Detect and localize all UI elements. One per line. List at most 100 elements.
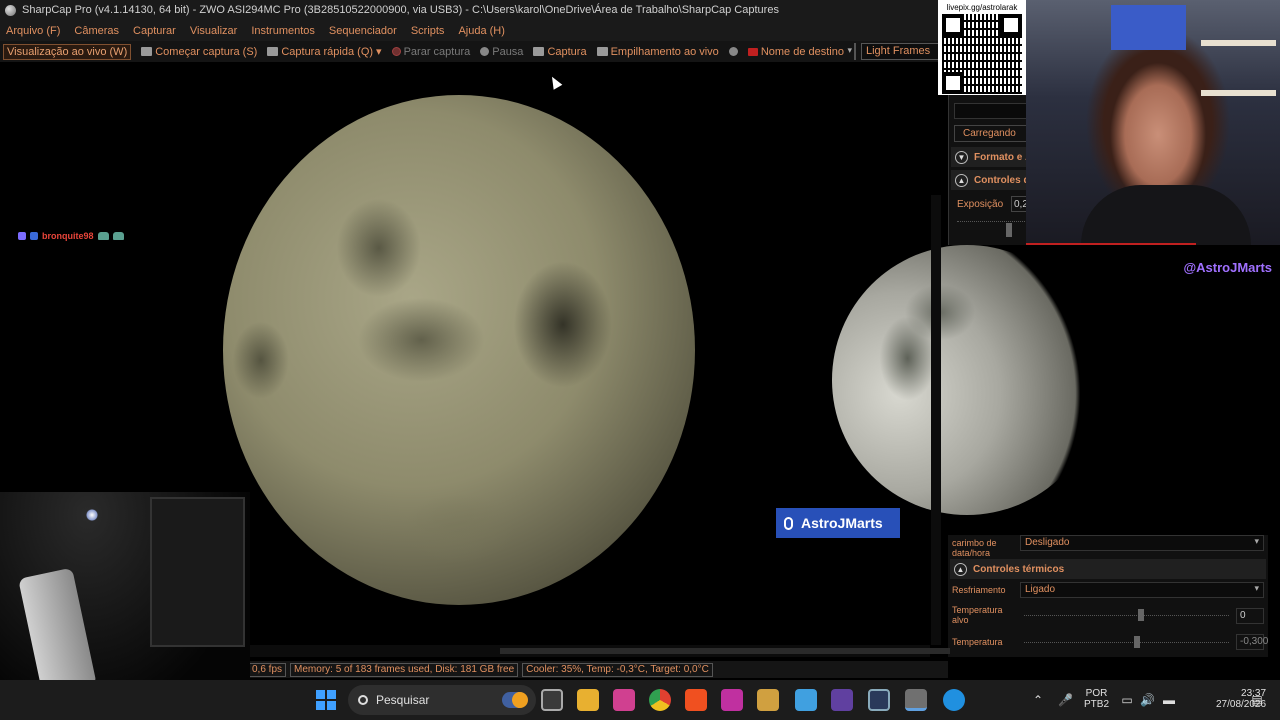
network-icon[interactable]: ▭	[1120, 693, 1134, 707]
notification-icon[interactable]: ▤	[1250, 693, 1264, 707]
app-icon[interactable]	[757, 689, 779, 711]
microphone-icon[interactable]: 🎤	[1058, 693, 1073, 707]
live-view-button[interactable]: Visualização ao vivo (W)	[3, 43, 132, 60]
start-capture-label: Começar captura (S)	[155, 45, 258, 58]
keyboard-language[interactable]: POR PTB2	[1084, 688, 1109, 710]
temperature-readout: -0,300	[1236, 634, 1268, 650]
video-camera-icon	[267, 47, 279, 56]
brave-icon[interactable]	[685, 689, 707, 711]
target-name-text: Nome de destino	[760, 45, 844, 58]
quick-capture-label: Captura rápida (Q)	[281, 45, 374, 58]
target-temp-input[interactable]: 0	[1236, 608, 1264, 624]
status-bar: 0,6 fps Memory: 5 of 183 frames used, Di…	[248, 661, 948, 678]
moon-preview-image	[223, 95, 695, 605]
sharpcap-taskbar-icon[interactable]	[905, 689, 927, 711]
target-temp-slider-track[interactable]	[1024, 615, 1229, 621]
telescope-tube	[18, 567, 97, 697]
live-stack-button[interactable]: Empilhamento ao vivo	[596, 45, 719, 58]
emote-icon	[112, 232, 124, 240]
battery-icon[interactable]: ▬	[1162, 693, 1176, 707]
menu-capturar[interactable]: Capturar	[133, 25, 176, 37]
chevron-down-icon: ▼	[955, 150, 968, 164]
thermal-section-label: Controles térmicos	[973, 563, 1065, 575]
file-explorer-icon[interactable]	[577, 689, 599, 711]
start-capture-button[interactable]: Começar captura (S)	[141, 46, 257, 58]
obs-icon[interactable]	[831, 689, 853, 711]
name-tag-label: AstroJMarts	[801, 515, 883, 531]
bright-star	[86, 509, 98, 521]
scrollbar-thumb[interactable]	[500, 648, 950, 654]
thermal-section-header[interactable]: ▲ Controles térmicos	[950, 559, 1266, 597]
streamer-handle: @AstroJMarts	[1183, 260, 1272, 275]
sharpcap-app-icon	[5, 4, 16, 16]
chevron-up-icon: ▲	[955, 173, 968, 187]
search-highlight-icon	[502, 692, 528, 708]
title-bar: SharpCap Pro (v4.1.14130, 64 bit) - ZWO …	[0, 0, 940, 20]
mouse-cursor-icon	[547, 74, 563, 90]
menu-visualizar[interactable]: Visualizar	[190, 25, 238, 37]
windows-start-button[interactable]	[316, 690, 336, 710]
camera-icon	[533, 47, 545, 56]
snapshot-capture-label: Captura	[547, 45, 587, 58]
timestamp-select[interactable]: Desligado	[1020, 535, 1264, 551]
chat-username: bronquite98	[42, 231, 94, 241]
menu-cameras[interactable]: Câmeras	[74, 25, 119, 37]
menu-bar: Arquivo (F) Câmeras Capturar Visualizar …	[0, 20, 940, 41]
fps-status: 0,6 fps	[248, 662, 287, 677]
donation-qr: livepix.gg/astrolarak	[938, 0, 1026, 95]
app-icon[interactable]	[943, 689, 965, 711]
qr-code-image	[942, 14, 1022, 94]
pause-icon	[480, 47, 490, 56]
target-name-select[interactable]	[847, 43, 856, 60]
live-stack-label: Empilhamento ao vivo	[610, 45, 719, 58]
streamer-webcam	[1026, 0, 1280, 245]
menu-instrumentos[interactable]: Instrumentos	[251, 25, 315, 37]
thermal-control-panel: carimbo de data/hora Desligado ▲ Control…	[948, 535, 1268, 657]
qr-finder	[942, 72, 964, 94]
volume-icon[interactable]: 🔊	[1140, 693, 1155, 707]
frame-type-select[interactable]: Light Frames	[860, 43, 948, 60]
task-view-icon[interactable]	[541, 689, 563, 711]
taskbar-search[interactable]: Pesquisar	[348, 685, 536, 715]
target-icon	[747, 47, 758, 56]
quick-capture-button[interactable]: Captura rápida (Q) ▾	[267, 45, 382, 58]
stop-icon	[391, 47, 401, 56]
temperature-slider-thumb	[1134, 636, 1140, 648]
mic-muted-icon	[784, 516, 793, 530]
onenote-icon[interactable]	[613, 689, 635, 711]
streamer-name-tag: AstroJMarts	[776, 508, 900, 538]
chrome-icon[interactable]	[649, 689, 671, 711]
temperature-label: Temperatura	[952, 637, 1003, 647]
menu-sequenciador[interactable]: Sequenciador	[329, 25, 397, 37]
streamer-shirt	[1081, 185, 1251, 245]
pink-app-icon[interactable]	[721, 689, 743, 711]
badge-icon	[30, 232, 38, 240]
secondary-moon-feed: @AstroJMarts	[832, 245, 1280, 535]
horizontal-scrollbar[interactable]	[250, 645, 950, 657]
photos-icon[interactable]	[795, 689, 817, 711]
menu-scripts[interactable]: Scripts	[411, 25, 445, 37]
exposure-slider-track[interactable]	[957, 221, 1027, 229]
cooling-select[interactable]: Ligado	[1020, 582, 1264, 598]
timestamp-label: carimbo de data/hora	[952, 538, 997, 558]
pause-button[interactable]: Pausa	[480, 46, 523, 58]
pause-label: Pausa	[492, 45, 524, 58]
menu-arquivo[interactable]: Arquivo (F)	[6, 25, 60, 37]
capture-toolbar: Visualização ao vivo (W) Começar captura…	[0, 41, 967, 62]
stop-capture-button[interactable]: Parar captura	[391, 46, 470, 58]
keyboard-layout: PTB2	[1084, 699, 1110, 710]
vertical-scrollbar[interactable]	[931, 195, 941, 645]
emote-icon	[97, 232, 109, 240]
chevron-up-icon[interactable]: ⌃	[1031, 693, 1045, 707]
app-icon[interactable]	[868, 689, 890, 711]
chevron-down-icon[interactable]: ▾	[376, 45, 382, 58]
target-temp-slider-thumb[interactable]	[1138, 609, 1144, 621]
windows-taskbar: Pesquisar ⌃ 🎤 POR PTB2 ▭ 🔊 ▬ 23:37 27/08…	[0, 680, 1280, 720]
exposure-slider-thumb[interactable]	[1006, 223, 1012, 237]
qr-label: livepix.gg/astrolarak	[946, 3, 1018, 12]
stack-icon	[596, 47, 608, 56]
menu-ajuda[interactable]: Ajuda (H)	[458, 25, 504, 37]
snapshot-capture-button[interactable]: Captura	[533, 45, 587, 58]
section-format-label: Formato e Á	[974, 151, 1033, 163]
record-indicator	[728, 47, 738, 56]
